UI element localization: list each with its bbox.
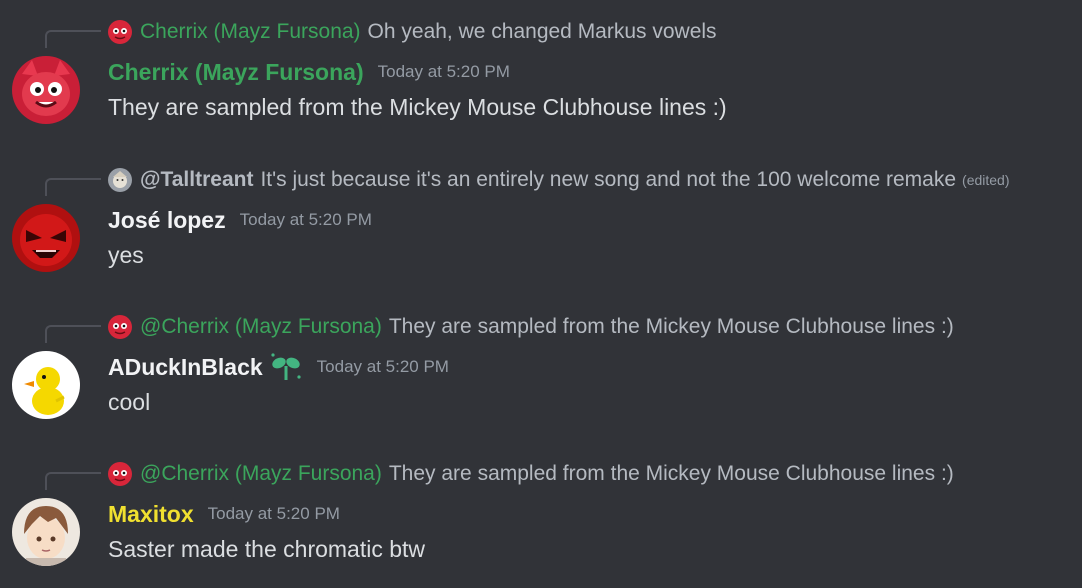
- reply-avatar-icon: [108, 20, 132, 44]
- timestamp: Today at 5:20 PM: [239, 210, 372, 229]
- reply-author[interactable]: @Cherrix (Mayz Fursona): [140, 315, 382, 339]
- message-item: Cherrix (Mayz Fursona) Oh yeah, we chang…: [0, 0, 1082, 130]
- reply-avatar-icon: [108, 315, 132, 339]
- timestamp: Today at 5:20 PM: [207, 504, 340, 523]
- author-name[interactable]: Cherrix (Mayz Fursona): [108, 59, 364, 86]
- reply-preview[interactable]: @Talltreant It's just because it's an en…: [108, 165, 1010, 195]
- reply-text: It's just because it's an entirely new s…: [260, 168, 957, 191]
- avatar[interactable]: [12, 351, 80, 419]
- edited-label: (edited): [962, 172, 1010, 188]
- avatar[interactable]: [12, 498, 80, 566]
- author-name[interactable]: Maxitox: [108, 501, 194, 528]
- author-name[interactable]: José lopez: [108, 207, 226, 234]
- reply-preview[interactable]: @Cherrix (Mayz Fursona) They are sampled…: [108, 312, 954, 342]
- message-content: yes: [108, 242, 144, 268]
- message-header: Cherrix (Mayz Fursona) Today at 5:20 PM: [108, 57, 510, 87]
- timestamp: Today at 5:20 PM: [377, 62, 510, 81]
- reply-connector: [45, 30, 101, 48]
- message-content: Saster made the chromatic btw: [108, 536, 426, 562]
- reply-author[interactable]: Cherrix (Mayz Fursona): [140, 20, 361, 44]
- reply-avatar-icon: [108, 462, 132, 486]
- reply-connector: [45, 325, 101, 343]
- message-item: @Cherrix (Mayz Fursona) They are sampled…: [0, 442, 1082, 572]
- reply-author[interactable]: @Talltreant: [140, 168, 253, 192]
- sprout-badge-icon[interactable]: [269, 352, 303, 382]
- reply-connector: [45, 472, 101, 490]
- message-item: @Cherrix (Mayz Fursona) They are sampled…: [0, 295, 1082, 425]
- chat-message-list: Cherrix (Mayz Fursona) Oh yeah, we chang…: [0, 0, 1082, 588]
- reply-text: Oh yeah, we changed Markus vowels: [367, 20, 717, 43]
- reply-connector: [45, 178, 101, 196]
- reply-preview[interactable]: Cherrix (Mayz Fursona) Oh yeah, we chang…: [108, 17, 717, 47]
- avatar[interactable]: [12, 204, 80, 272]
- message-header: José lopez Today at 5:20 PM: [108, 205, 372, 235]
- message-item: @Talltreant It's just because it's an en…: [0, 148, 1082, 278]
- reply-avatar-icon: [108, 168, 132, 192]
- reply-author[interactable]: @Cherrix (Mayz Fursona): [140, 462, 382, 486]
- message-content: cool: [108, 389, 151, 415]
- reply-preview[interactable]: @Cherrix (Mayz Fursona) They are sampled…: [108, 459, 954, 489]
- message-header: ADuckInBlack Today at 5:20 PM: [108, 352, 449, 382]
- avatar[interactable]: [12, 56, 80, 124]
- message-content: They are sampled from the Mickey Mouse C…: [108, 94, 727, 120]
- timestamp: Today at 5:20 PM: [316, 357, 449, 376]
- author-name[interactable]: ADuckInBlack: [108, 354, 263, 381]
- message-header: Maxitox Today at 5:20 PM: [108, 499, 340, 529]
- reply-text: They are sampled from the Mickey Mouse C…: [388, 315, 954, 338]
- reply-text: They are sampled from the Mickey Mouse C…: [388, 462, 954, 485]
